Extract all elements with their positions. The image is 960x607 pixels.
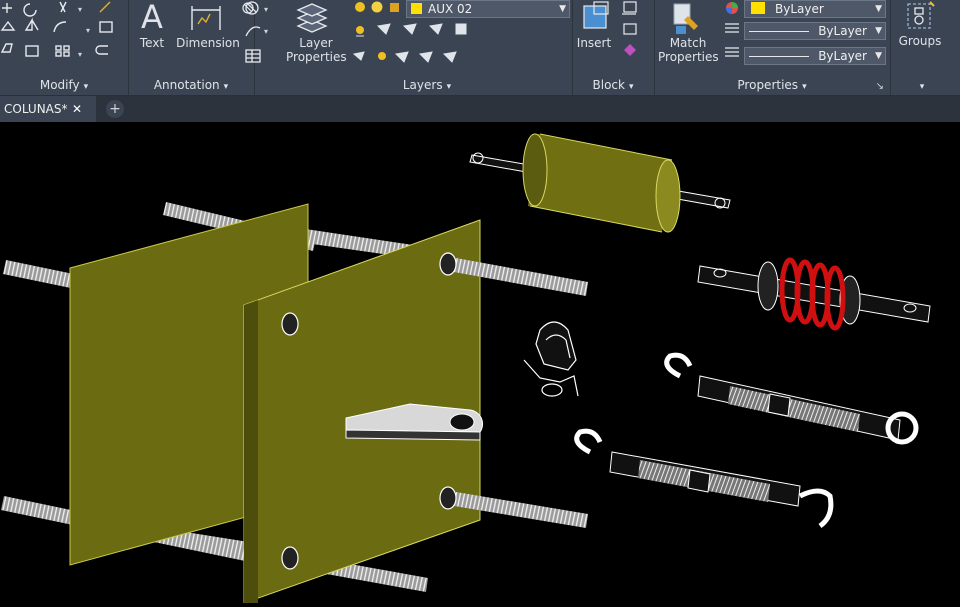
text-tool-label[interactable]: Text: [134, 36, 170, 50]
group-icon[interactable]: [902, 0, 938, 32]
block-panel: Insert Block ▾: [572, 0, 655, 95]
svg-text:▾: ▾: [264, 5, 268, 14]
annotation-panel-label[interactable]: Annotation ▾: [128, 77, 254, 93]
groups-panel-expander[interactable]: ▾: [890, 77, 950, 93]
layers-panel: Layer Properties AUX 02 ▼ Layers ▾: [282, 0, 573, 95]
new-tab-button[interactable]: +: [106, 100, 124, 118]
wire-rope-clip: [523, 321, 579, 397]
insert-label[interactable]: Insert: [572, 36, 616, 50]
model-space-viewport[interactable]: [0, 122, 960, 604]
chevron-down-icon: ▼: [559, 4, 566, 14]
ribbon: ▾ ▾ ▾ Modify ▾ A Text Dimension Annotatio…: [0, 0, 960, 96]
svg-text:▾: ▾: [86, 26, 90, 35]
annotation-panel: A Text Dimension Annotation ▾: [128, 0, 255, 95]
chevron-down-icon: ▼: [875, 51, 882, 61]
hex-nut: [439, 252, 457, 276]
layer-state-icons[interactable]: [352, 0, 412, 18]
modify-panel: ▾ ▾ ▾ Modify ▾: [0, 0, 129, 95]
chevron-down-icon: ▼: [875, 26, 882, 36]
match-properties-icon[interactable]: [670, 0, 704, 36]
drawing-canvas[interactable]: [0, 122, 960, 604]
text-tool-icon[interactable]: A: [136, 0, 168, 34]
turnbuckle-lower: [574, 428, 834, 529]
file-tab-label: COLUNAS*: [4, 102, 68, 116]
linetype-preview: [749, 31, 809, 32]
color-dropdown[interactable]: ByLayer ▼: [744, 0, 886, 18]
layer-dropdown[interactable]: AUX 02 ▼: [406, 0, 570, 18]
hex-nut: [281, 546, 299, 570]
chevron-down-icon: ▼: [875, 4, 882, 14]
properties-panel: Match Properties ByLayer ▼ ByLayer ▼ ByLa…: [654, 0, 891, 95]
plate-edge: [244, 300, 258, 603]
properties-launcher-icon[interactable]: ↘: [876, 81, 884, 92]
properties-panel-label[interactable]: Properties ▾: [654, 77, 890, 93]
leader-table-icons[interactable]: ▾ ▾: [240, 0, 280, 70]
spring-isolator: [697, 257, 931, 331]
match-properties-label[interactable]: Match Properties: [658, 36, 719, 64]
lineweight-dropdown[interactable]: ByLayer ▼: [744, 47, 886, 65]
layer-properties-label[interactable]: Layer Properties: [286, 36, 347, 64]
groups-panel: Groups ▾: [890, 0, 950, 95]
svg-text:▾: ▾: [78, 50, 82, 59]
dimension-tool-label[interactable]: Dimension: [176, 36, 240, 50]
close-icon[interactable]: ✕: [72, 96, 82, 122]
block-tools-icons[interactable]: [618, 0, 648, 64]
hex-nut: [439, 486, 457, 510]
cylindrical-damper: [469, 133, 731, 233]
layers-panel-label[interactable]: Layers ▾: [282, 77, 572, 93]
block-panel-label[interactable]: Block ▾: [572, 77, 654, 93]
file-tab-colunas[interactable]: COLUNAS* ✕: [0, 96, 96, 122]
hex-nut: [281, 312, 299, 336]
color-swatch: [751, 2, 765, 14]
groups-label[interactable]: Groups: [890, 34, 950, 48]
lineweight-preview: [749, 56, 809, 57]
turnbuckle-upper: [664, 352, 919, 445]
svg-text:▾: ▾: [264, 27, 268, 36]
property-type-icons: [725, 2, 739, 57]
file-tab-bar: COLUNAS* ✕ +: [0, 96, 960, 122]
insert-block-icon[interactable]: [578, 0, 614, 34]
dimension-tool-icon[interactable]: [188, 2, 224, 34]
layer-properties-icon[interactable]: [294, 0, 332, 34]
layer-tools-icons[interactable]: [352, 20, 482, 70]
svg-text:▾: ▾: [78, 5, 82, 14]
modify-tools-icons[interactable]: ▾ ▾ ▾: [0, 0, 128, 75]
modify-panel-label[interactable]: Modify ▾: [0, 77, 128, 93]
layer-color-swatch: [411, 3, 422, 14]
linetype-dropdown[interactable]: ByLayer ▼: [744, 22, 886, 40]
